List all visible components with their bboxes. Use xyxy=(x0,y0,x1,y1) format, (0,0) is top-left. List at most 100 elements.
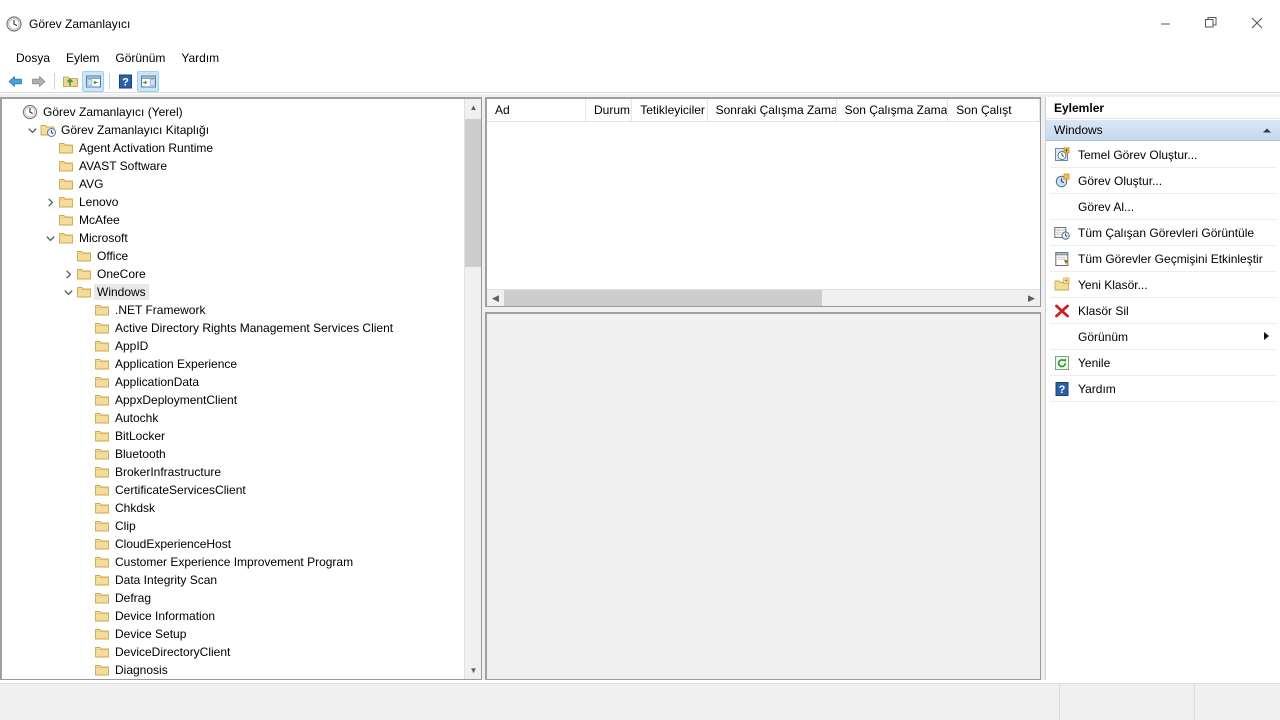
column-header[interactable]: Son Çalışt xyxy=(948,99,1040,122)
column-header[interactable]: Ad xyxy=(487,99,586,122)
column-header[interactable]: Sonraki Çalışma Zamanı xyxy=(708,99,837,122)
tree-item[interactable]: Görev Zamanlayıcı (Yerel) xyxy=(2,103,465,121)
column-header[interactable]: Son Çalışma Zamanı xyxy=(837,99,949,122)
chevron-down-icon[interactable] xyxy=(42,230,58,246)
actions-group-header-windows[interactable]: Windows xyxy=(1046,119,1280,141)
back-button[interactable] xyxy=(4,71,26,92)
toolbar: ? xyxy=(0,70,1280,93)
maximize-restore-button[interactable] xyxy=(1188,0,1234,46)
tree-item[interactable]: Diagnosis xyxy=(2,661,465,679)
menu-gorunum[interactable]: Görünüm xyxy=(107,49,173,67)
tree-item[interactable]: BitLocker xyxy=(2,427,465,445)
menu-bar: Dosya Eylem Görünüm Yardım xyxy=(0,48,1280,68)
tree-scroll-up-button[interactable]: ▲ xyxy=(465,99,482,116)
folder-icon xyxy=(94,662,110,678)
tree-item[interactable]: Lenovo xyxy=(2,193,465,211)
actions-panel: Eylemler Windows Temel Görev Oluştur...G… xyxy=(1045,97,1280,680)
chevron-up-icon[interactable] xyxy=(1262,123,1272,137)
tree-item[interactable]: Agent Activation Runtime xyxy=(2,139,465,157)
close-button[interactable] xyxy=(1234,0,1280,46)
help-button[interactable]: ? xyxy=(114,71,136,92)
chevron-right-icon[interactable] xyxy=(60,266,76,282)
tree-item-label: AVG xyxy=(79,176,103,192)
action-item[interactable]: Görev Al... xyxy=(1046,194,1280,219)
show-hide-action-pane-button[interactable] xyxy=(137,71,159,92)
tree-item-label: Active Directory Rights Management Servi… xyxy=(115,320,393,336)
tree-item-label: Clip xyxy=(115,518,136,534)
up-folder-button[interactable] xyxy=(59,71,81,92)
action-item[interactable]: Tüm Görevler Geçmişini Etkinleştir xyxy=(1046,246,1280,271)
task-list-horizontal-scrollbar[interactable]: ◀ ▶ xyxy=(487,289,1040,306)
help-question-icon: ? xyxy=(1054,381,1070,397)
tree-item[interactable]: Chkdsk xyxy=(2,499,465,517)
tree-item[interactable]: Office xyxy=(2,247,465,265)
folder-icon xyxy=(94,518,110,534)
action-separator xyxy=(1050,401,1276,402)
action-item[interactable]: ?Yardım xyxy=(1046,376,1280,401)
tree-item-label: Microsoft xyxy=(79,230,128,246)
tree-item[interactable]: Active Directory Rights Management Servi… xyxy=(2,319,465,337)
tree-item-label: Office xyxy=(97,248,128,264)
tree-item[interactable]: Bluetooth xyxy=(2,445,465,463)
minimize-button[interactable] xyxy=(1142,0,1188,46)
tree-item[interactable]: Customer Experience Improvement Program xyxy=(2,553,465,571)
action-item[interactable]: Görünüm xyxy=(1046,324,1280,349)
forward-button[interactable] xyxy=(27,71,49,92)
tree-vertical-scrollbar[interactable]: ▲ ▼ xyxy=(464,99,481,679)
action-item[interactable]: Görev Oluştur... xyxy=(1046,168,1280,193)
tree-item[interactable]: Görev Zamanlayıcı Kitaplığı xyxy=(2,121,465,139)
tree-item-label: Data Integrity Scan xyxy=(115,572,217,588)
tree-item[interactable]: Microsoft xyxy=(2,229,465,247)
chevron-down-icon[interactable] xyxy=(60,284,76,300)
folder-icon xyxy=(94,410,110,426)
show-hide-console-tree-button[interactable] xyxy=(82,71,104,92)
actions-group-label: Windows xyxy=(1054,123,1103,137)
tree-item[interactable]: Defrag xyxy=(2,589,465,607)
task-list-body[interactable] xyxy=(487,122,1040,289)
tree-item[interactable]: Windows xyxy=(2,283,465,301)
action-item[interactable]: Yeni Klasör... xyxy=(1046,272,1280,297)
tree-item[interactable]: Autochk xyxy=(2,409,465,427)
tree-item-label: CertificateServicesClient xyxy=(115,482,246,498)
tree-item[interactable]: CertificateServicesClient xyxy=(2,481,465,499)
console-tree[interactable]: Görev Zamanlayıcı (Yerel)Görev Zamanlayı… xyxy=(2,99,465,679)
tree-item[interactable]: DeviceDirectoryClient xyxy=(2,643,465,661)
hscrollbar-thumb[interactable] xyxy=(504,290,822,307)
tree-item[interactable]: AppxDeploymentClient xyxy=(2,391,465,409)
action-item[interactable]: Klasör Sil xyxy=(1046,298,1280,323)
action-item[interactable]: Tüm Çalışan Görevleri Görüntüle xyxy=(1046,220,1280,245)
menu-eylem[interactable]: Eylem xyxy=(58,49,107,67)
tree-item[interactable]: CloudExperienceHost xyxy=(2,535,465,553)
tree-item[interactable]: Application Experience xyxy=(2,355,465,373)
column-header[interactable]: Durum xyxy=(586,99,632,122)
tree-scroll-down-button[interactable]: ▼ xyxy=(465,662,482,679)
tree-item[interactable]: Device Setup xyxy=(2,625,465,643)
tree-item-label: .NET Framework xyxy=(115,302,205,318)
tree-item[interactable]: ApplicationData xyxy=(2,373,465,391)
tree-item-label: Agent Activation Runtime xyxy=(79,140,213,156)
tree-item[interactable]: Device Information xyxy=(2,607,465,625)
tree-item[interactable]: AppID xyxy=(2,337,465,355)
folder-icon xyxy=(76,284,92,300)
tree-item[interactable]: .NET Framework xyxy=(2,301,465,319)
tree-item[interactable]: BrokerInfrastructure xyxy=(2,463,465,481)
menu-yardim[interactable]: Yardım xyxy=(173,49,227,67)
tree-item[interactable]: AVG xyxy=(2,175,465,193)
tree-item[interactable]: Clip xyxy=(2,517,465,535)
tree-item[interactable]: McAfee xyxy=(2,211,465,229)
column-header[interactable]: Tetikleyiciler xyxy=(632,99,707,122)
folder-icon xyxy=(94,374,110,390)
tree-item[interactable]: AVAST Software xyxy=(2,157,465,175)
scroll-right-button[interactable]: ▶ xyxy=(1023,290,1040,307)
tree-scrollbar-thumb[interactable] xyxy=(465,119,482,267)
action-item[interactable]: Yenile xyxy=(1046,350,1280,375)
tree-item[interactable]: OneCore xyxy=(2,265,465,283)
menu-dosya[interactable]: Dosya xyxy=(8,49,58,67)
scroll-left-button[interactable]: ◀ xyxy=(487,290,504,307)
chevron-down-icon[interactable] xyxy=(24,122,40,138)
tree-item[interactable]: Data Integrity Scan xyxy=(2,571,465,589)
chevron-right-icon[interactable] xyxy=(42,194,58,210)
tree-item-label: Windows xyxy=(94,284,149,300)
action-item[interactable]: Temel Görev Oluştur... xyxy=(1046,142,1280,167)
tree-item-label: Diagnosis xyxy=(115,662,168,678)
